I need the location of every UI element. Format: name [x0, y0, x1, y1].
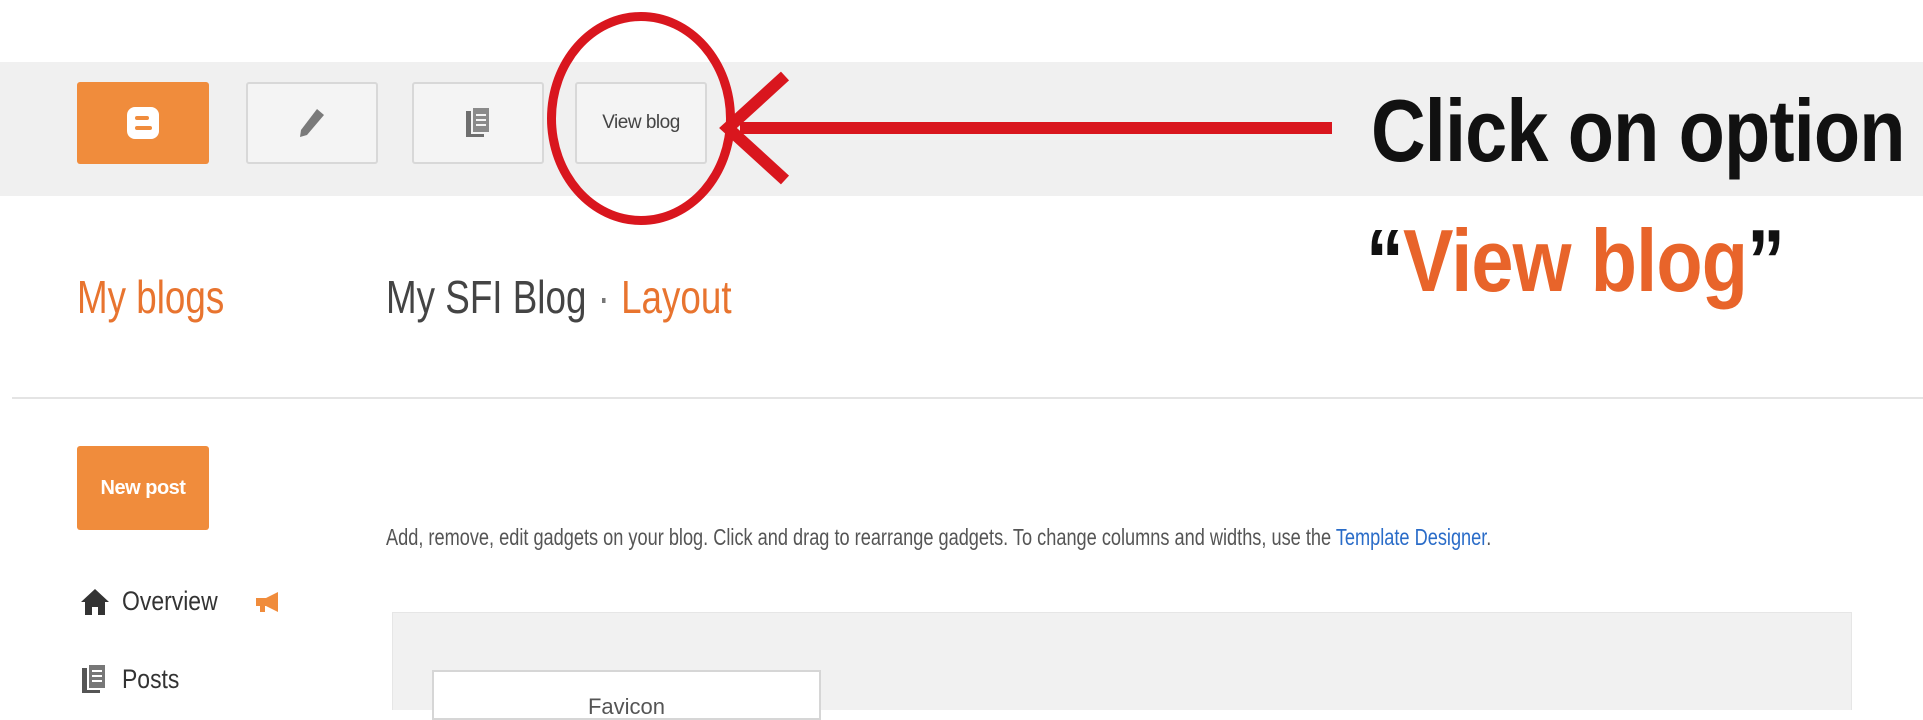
posts-icon [82, 663, 107, 693]
title-separator: · [597, 271, 610, 323]
pencil-icon [300, 109, 324, 137]
layout-description: Add, remove, edit gadgets on your blog. … [386, 524, 1491, 551]
sidebar-item-label: Overview [122, 586, 218, 616]
blogger-logo-icon [127, 107, 159, 139]
close-quote: ” [1747, 211, 1785, 310]
open-quote: “ [1366, 211, 1404, 310]
document-icon [466, 106, 491, 137]
annotation-arrow [719, 71, 1332, 185]
annotation-text-line2: “View blog” [1366, 210, 1785, 312]
description-end: . [1486, 524, 1492, 550]
my-blogs-link[interactable]: My blogs [77, 270, 224, 324]
annotation-text-line1: Click on option [1371, 81, 1906, 180]
page-name: Layout [621, 271, 732, 323]
page-title: My SFI Blog · Layout [386, 270, 732, 324]
megaphone-icon [255, 591, 278, 612]
template-designer-link[interactable]: Template Designer [1336, 524, 1486, 550]
sidebar-item-label: Posts [122, 663, 180, 694]
new-post-toolbar-button[interactable] [246, 82, 378, 164]
header-divider [12, 397, 1923, 399]
blogger-logo-button[interactable] [77, 82, 209, 164]
home-icon [81, 588, 109, 615]
new-post-button[interactable]: New post [77, 446, 209, 530]
annotation-highlight: View blog [1402, 211, 1748, 310]
sidebar-item-posts[interactable]: Posts [80, 663, 190, 695]
blog-name[interactable]: My SFI Blog [386, 271, 586, 323]
favicon-gadget-label: Favicon [587, 694, 666, 719]
description-text: Add, remove, edit gadgets on your blog. … [386, 524, 1336, 550]
posts-toolbar-button[interactable] [412, 82, 544, 164]
favicon-gadget[interactable]: Favicon [432, 670, 821, 720]
sidebar-item-overview[interactable]: Overview [80, 586, 283, 617]
